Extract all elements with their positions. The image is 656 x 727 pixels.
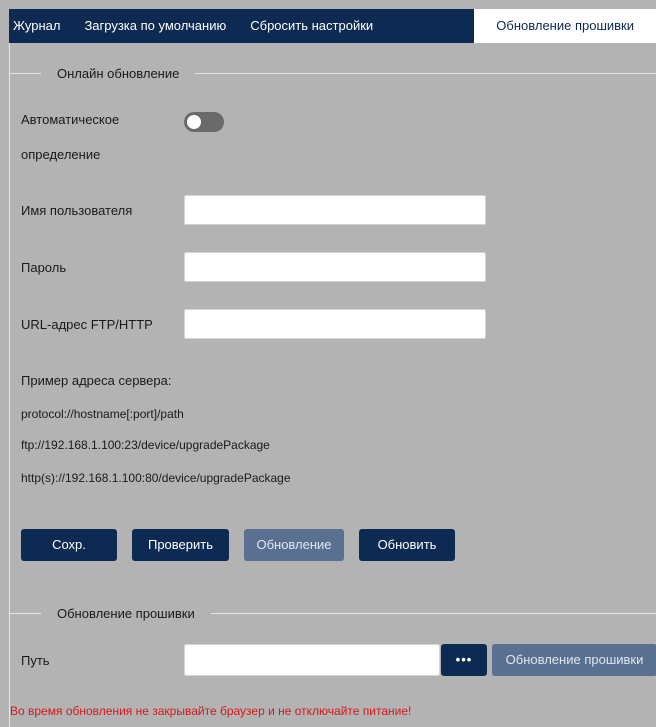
url-input[interactable]	[184, 309, 486, 339]
content-panel: Онлайн обновление Автоматическое определ…	[9, 43, 656, 727]
example-protocol: protocol://hostname[:port]/path	[21, 407, 184, 421]
path-label: Путь	[21, 653, 50, 668]
username-input[interactable]	[184, 195, 486, 225]
divider	[10, 613, 41, 614]
divider	[10, 73, 41, 74]
check-button[interactable]: Проверить	[132, 529, 229, 561]
upgrade-button[interactable]: Обновить	[359, 529, 455, 561]
tab-bar: Журнал Загрузка по умолчанию Сбросить на…	[9, 9, 656, 43]
divider	[210, 613, 656, 614]
url-label: URL-адрес FTP/HTTP	[21, 317, 153, 332]
auto-detect-label-line1: Автоматическое	[21, 112, 120, 127]
update-button[interactable]: Обновление	[244, 529, 344, 561]
auto-detect-label-line2: определение	[21, 147, 101, 162]
path-input[interactable]	[184, 644, 440, 676]
password-input[interactable]	[184, 252, 486, 282]
toggle-knob	[187, 115, 201, 129]
save-button[interactable]: Сохр.	[21, 529, 117, 561]
firmware-update-heading: Обновление прошивки	[10, 606, 656, 621]
auto-detect-toggle[interactable]	[184, 112, 224, 132]
example-ftp: ftp://192.168.1.100:23/device/upgradePac…	[21, 438, 270, 452]
divider	[195, 73, 656, 74]
tab-reset-settings[interactable]: Сбросить настройки	[238, 9, 385, 43]
tab-journal[interactable]: Журнал	[9, 9, 72, 43]
warning-text: Во время обновления не закрывайте браузе…	[10, 704, 412, 718]
example-heading: Пример адреса сервера:	[21, 373, 172, 388]
firmware-update-title: Обновление прошивки	[57, 606, 195, 621]
online-update-heading: Онлайн обновление	[10, 66, 656, 81]
password-label: Пароль	[21, 260, 67, 275]
username-label: Имя пользователя	[21, 203, 133, 218]
firmware-upgrade-button[interactable]: Обновление прошивки	[492, 644, 656, 676]
tab-default-load[interactable]: Загрузка по умолчанию	[72, 9, 238, 43]
example-http: http(s)://192.168.1.100:80/device/upgrad…	[21, 471, 291, 485]
online-update-title: Онлайн обновление	[57, 66, 180, 81]
tab-firmware-update[interactable]: Обновление прошивки	[474, 9, 656, 43]
browse-button[interactable]: •••	[441, 644, 487, 676]
